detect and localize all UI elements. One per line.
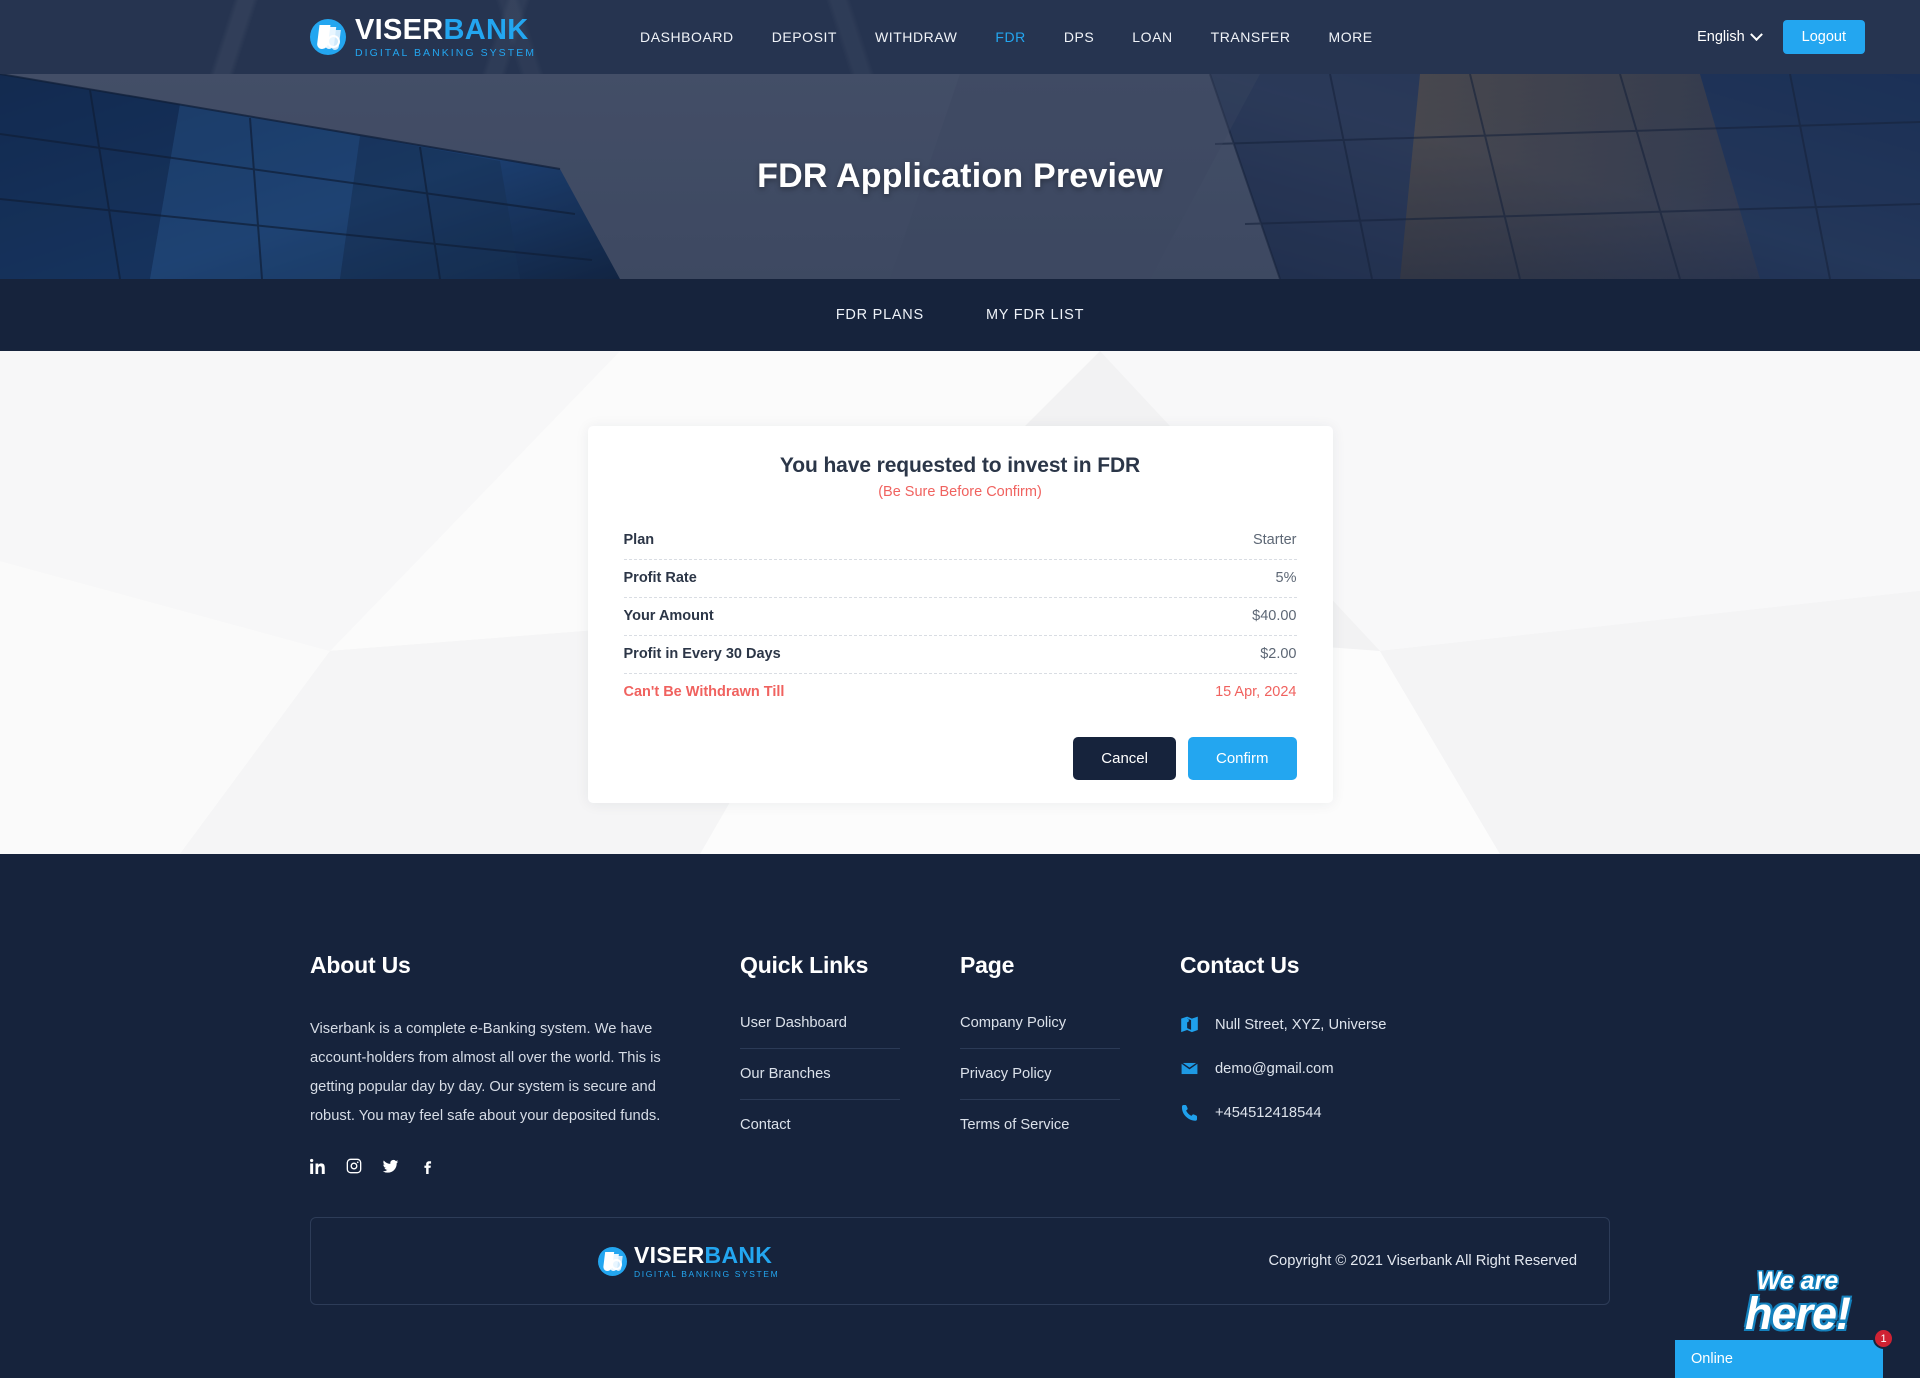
copyright-text: Copyright © 2021 Viserbank All Right Res… [1268,1253,1577,1269]
footer-about-text: Viserbank is a complete e-Banking system… [310,1021,661,1124]
fdr-subnavigation: FDR PLANS MY FDR LIST [0,279,1920,351]
language-label: English [1697,29,1745,45]
contact-item-text: +454512418544 [1215,1104,1322,1121]
detail-row: Your Amount $40.00 [623,598,1297,636]
viserbank-logo-icon [598,1246,627,1276]
chat-unread-badge: 1 [1873,1328,1894,1349]
detail-row: Profit Rate 5% [623,560,1297,598]
cancel-button[interactable]: Cancel [1073,737,1176,780]
detail-row-value: $2.00 [1260,646,1297,662]
card-subtitle: (Be Sure Before Confirm) [878,484,1042,500]
contact-item-text: demo@gmail.com [1215,1060,1334,1077]
detail-row: Plan Starter [623,522,1297,560]
detail-row: Can't Be Withdrawn Till 15 Apr, 2024 [624,674,1297,711]
footer-link-privacy-policy[interactable]: Privacy Policy [960,1066,1120,1100]
detail-row-label: Profit Rate [623,570,697,586]
card-title: You have requested to invest in FDR [779,454,1141,477]
footer-contact-column: Contact Us Null Street, XYZ, Universe dem… [1180,952,1560,1175]
viserbank-logo-icon [310,19,346,55]
footer-logo-tagline: DIGITAL BANKING SYSTEM [634,1268,780,1279]
footer-logo-word-primary: VISER [634,1241,705,1268]
footer-about-heading: About Us [310,952,411,978]
page-hero: FDR Application Preview [0,74,1920,279]
instagram-icon[interactable] [346,1158,362,1175]
linkedin-icon[interactable] [310,1158,326,1175]
detail-row-label: Plan [623,532,655,548]
contact-item[interactable]: demo@gmail.com [1180,1059,1560,1078]
nav-item-fdr[interactable]: FDR [976,19,1044,55]
logo-tagline: DIGITAL BANKING SYSTEM [355,46,537,59]
footer-link-company-policy[interactable]: Company Policy [960,1015,1120,1049]
facebook-icon[interactable] [419,1158,435,1175]
nav-item-dps[interactable]: DPS [1045,19,1113,55]
detail-row-value: 5% [1275,570,1297,586]
main-content: You have requested to invest in FDR (Be … [0,351,1920,854]
phone-icon [1180,1103,1199,1122]
footer-contact-heading: Contact Us [1180,952,1300,978]
chat-status-bar[interactable]: Online 1 [1675,1328,1894,1378]
contact-item[interactable]: +454512418544 [1180,1103,1560,1122]
detail-row-label: Can't Be Withdrawn Till [623,684,785,700]
footer-link-user-dashboard[interactable]: User Dashboard [740,1015,900,1049]
subnav-item-fdr-plans[interactable]: FDR PLANS [826,301,934,329]
detail-row-value: 15 Apr, 2024 [1215,684,1297,700]
chat-status-label: Online [1691,1351,1733,1367]
chat-widget[interactable]: We are here! Online 1 [1675,1268,1920,1378]
contact-item[interactable]: Null Street, XYZ, Universe [1180,1015,1560,1034]
detail-row: Profit in Every 30 Days $2.00 [623,636,1297,674]
footer-quicklinks-heading: Quick Links [740,952,869,978]
footer-logo-word-secondary: BANK [704,1241,773,1268]
contact-item-text: Null Street, XYZ, Universe [1215,1016,1387,1033]
map-icon [1180,1015,1199,1034]
logout-button[interactable]: Logout [1782,20,1865,54]
confirm-button[interactable]: Confirm [1187,737,1297,780]
subnav-item-my-fdr-list[interactable]: MY FDR LIST [976,301,1094,329]
chevron-down-icon [1749,27,1763,41]
nav-item-more[interactable]: MORE [1309,19,1391,55]
site-header: VISERBANK DIGITAL BANKING SYSTEM DASHBOA… [0,0,1920,74]
card-actions: Cancel Confirm [624,737,1297,780]
footer-about-column: About Us Viserbank is a complete e-Banki… [310,952,740,1175]
footer-link-our-branches[interactable]: Our Branches [740,1066,900,1100]
footer-page-list: Company Policy Privacy Policy Terms of Ser… [960,1015,1120,1133]
site-footer: About Us Viserbank is a complete e-Banki… [0,854,1920,1378]
footer-link-contact[interactable]: Contact [740,1117,900,1133]
detail-row-label: Profit in Every 30 Days [623,646,781,662]
detail-row-value: $40.00 [1252,608,1297,624]
nav-item-deposit[interactable]: DEPOSIT [753,19,856,55]
page-title: FDR Application Preview [757,157,1163,195]
logo-word-primary: VISER [355,13,444,46]
nav-item-transfer[interactable]: TRANSFER [1192,19,1310,55]
fdr-confirmation-card: You have requested to invest in FDR (Be … [587,426,1333,803]
primary-navigation: DASHBOARD DEPOSIT WITHDRAW FDR DPS LOAN TRANSF… [621,19,1392,55]
twitter-icon[interactable] [382,1158,399,1175]
site-logo[interactable]: VISERBANK DIGITAL BANKING SYSTEM [310,13,537,59]
language-selector[interactable]: English [1697,27,1763,45]
footer-contact-list: Null Street, XYZ, Universe demo@gmail.com… [1180,1015,1560,1122]
copyright-bar: VISERBANK DIGITAL BANKING SYSTEM Copyrig… [310,1217,1610,1305]
logo-word-secondary: BANK [443,13,529,46]
footer-quicklinks-column: Quick Links User Dashboard Our Branches Co… [740,952,960,1175]
detail-row-label: Your Amount [623,608,714,624]
social-links [310,1158,680,1175]
footer-page-column: Page Company Policy Privacy Policy Terms o… [960,952,1180,1175]
nav-item-dashboard[interactable]: DASHBOARD [621,19,753,55]
nav-item-loan[interactable]: LOAN [1113,19,1191,55]
detail-row-value: Starter [1252,532,1297,548]
envelope-icon [1180,1059,1199,1078]
footer-logo[interactable]: VISERBANK DIGITAL BANKING SYSTEM [598,1241,780,1279]
footer-link-terms-of-service[interactable]: Terms of Service [960,1117,1120,1133]
footer-quicklinks-list: User Dashboard Our Branches Contact [740,1015,900,1133]
fdr-detail-rows: Plan Starter Profit Rate 5% Your Amount $40.0… [623,522,1297,711]
footer-page-heading: Page [960,952,1015,978]
nav-item-withdraw[interactable]: WITHDRAW [856,19,976,55]
